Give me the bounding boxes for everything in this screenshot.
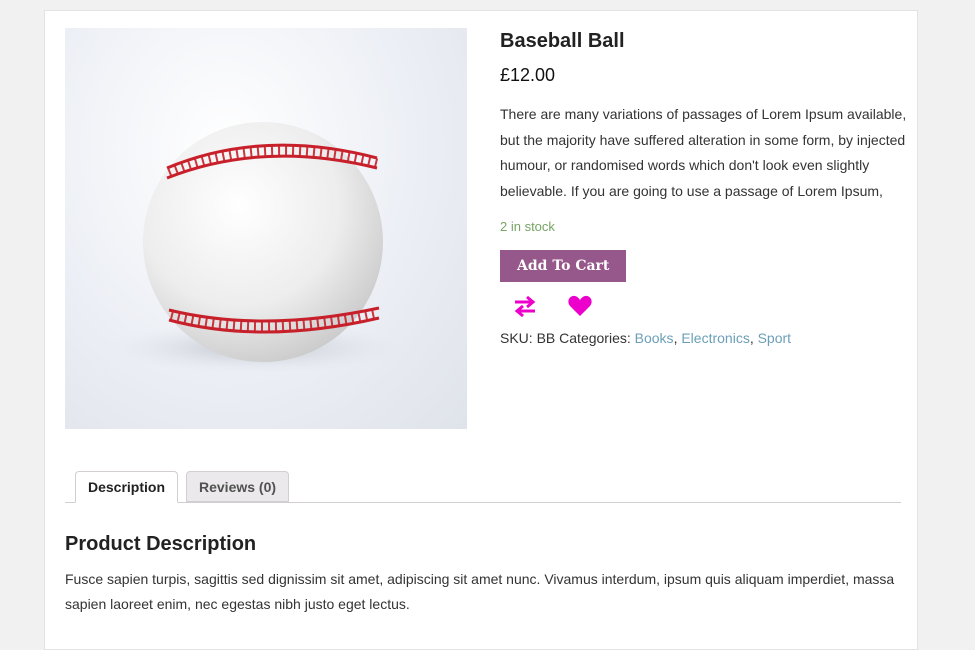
compare-arrows-icon[interactable] (512, 294, 538, 323)
category-link-electronics[interactable]: Electronics (681, 330, 749, 346)
product-card: Baseball Ball £12.00 There are many vari… (44, 10, 918, 650)
tab-reviews[interactable]: Reviews (0) (186, 471, 290, 502)
sku-value: BB (536, 330, 556, 346)
baseball-image (105, 122, 405, 374)
add-to-cart-button[interactable]: Add To Cart (500, 250, 627, 282)
heart-icon[interactable] (567, 294, 593, 323)
sku-label: SKU: (500, 330, 533, 346)
tab-description[interactable]: Description (75, 471, 179, 503)
description-panel: Product Description Fusce sapien turpis,… (65, 531, 905, 617)
description-text: Fusce sapien turpis, sagittis sed dignis… (65, 571, 895, 612)
product-meta: SKU: BB Categories: Books, Electronics, … (500, 330, 792, 346)
product-actions (500, 294, 910, 322)
product-short-description: There are many variations of passages of… (500, 106, 907, 199)
description-heading: Product Description (65, 533, 257, 555)
product-image[interactable] (65, 28, 467, 429)
product-summary: Baseball Ball £12.00 There are many vari… (500, 28, 910, 348)
category-link-books[interactable]: Books (635, 330, 674, 346)
stock-status: 2 in stock (500, 219, 555, 234)
categories-label: Categories: (559, 330, 631, 346)
product-title: Baseball Ball (500, 30, 625, 52)
product-tabs: Description Reviews (0) (65, 471, 901, 503)
category-link-sport[interactable]: Sport (758, 330, 791, 346)
product-price: £12.00 (500, 65, 556, 85)
